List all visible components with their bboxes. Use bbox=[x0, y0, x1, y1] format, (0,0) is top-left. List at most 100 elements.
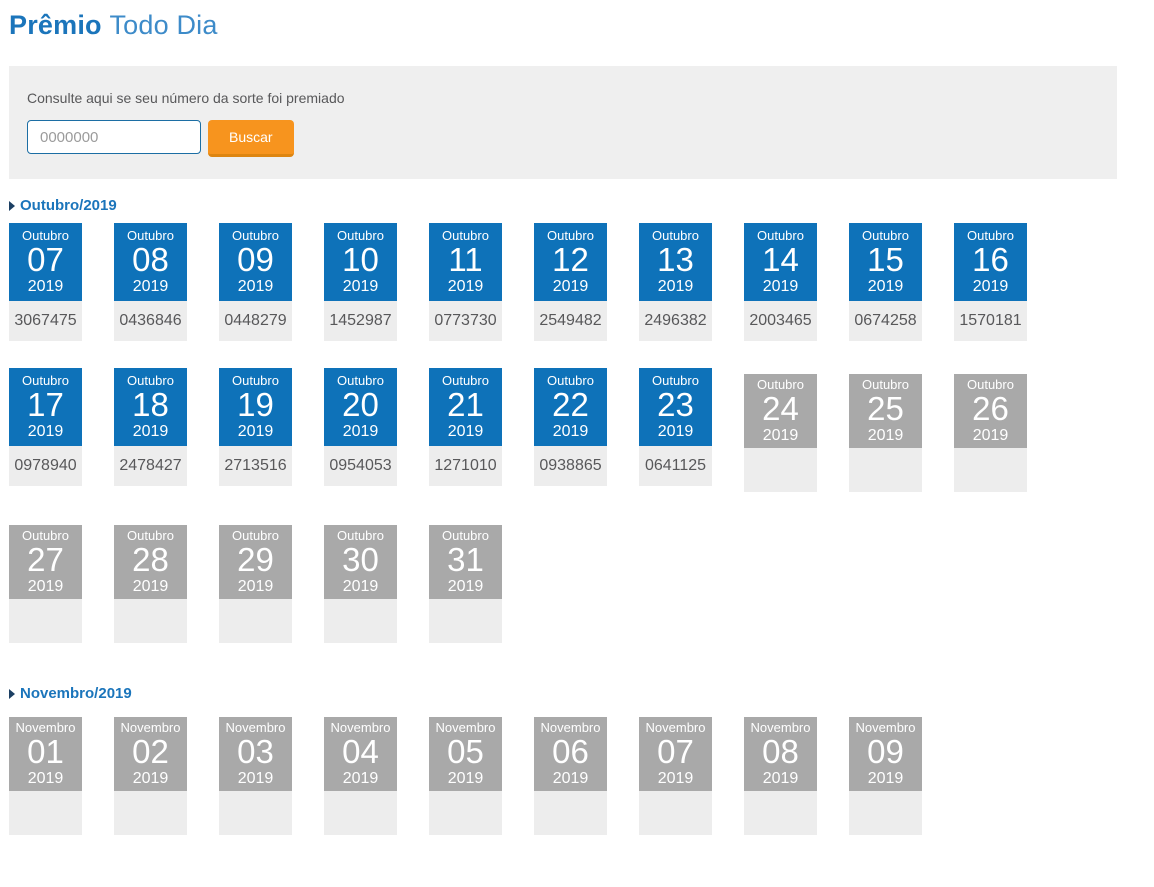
date-card: Outubro 31 2019 bbox=[429, 525, 502, 643]
date-card: Outubro 10 2019 1452987 bbox=[324, 223, 397, 341]
card-day-label: 11 bbox=[429, 243, 502, 277]
card-day-label: 10 bbox=[324, 243, 397, 277]
month-sections: Outubro/2019 Outubro 07 2019 3067475 Out… bbox=[9, 197, 1145, 835]
lucky-number-value bbox=[429, 599, 502, 643]
date-card: Novembro 04 2019 bbox=[324, 717, 397, 835]
card-day-label: 08 bbox=[744, 735, 817, 769]
lucky-number-value: 2496382 bbox=[639, 301, 712, 341]
date-card: Outubro 22 2019 0938865 bbox=[534, 368, 607, 486]
card-year-label: 2019 bbox=[324, 422, 397, 441]
card-day-label: 26 bbox=[954, 392, 1027, 426]
date-card-header: Outubro 22 2019 bbox=[534, 368, 607, 446]
lucky-number-value bbox=[639, 791, 712, 835]
card-year-label: 2019 bbox=[9, 769, 82, 788]
lucky-number-value bbox=[324, 599, 397, 643]
card-year-label: 2019 bbox=[954, 277, 1027, 296]
lucky-number-value: 2549482 bbox=[534, 301, 607, 341]
date-card: Outubro 12 2019 2549482 bbox=[534, 223, 607, 341]
lucky-number-value bbox=[744, 791, 817, 835]
card-year-label: 2019 bbox=[9, 577, 82, 596]
card-year-label: 2019 bbox=[114, 577, 187, 596]
lucky-number-value bbox=[534, 791, 607, 835]
date-card-header: Outubro 30 2019 bbox=[324, 525, 397, 599]
date-card-header: Outubro 16 2019 bbox=[954, 223, 1027, 301]
month-section: Novembro/2019 Novembro 01 2019 Novembro … bbox=[9, 685, 1145, 835]
date-card-header: Novembro 04 2019 bbox=[324, 717, 397, 791]
card-year-label: 2019 bbox=[219, 277, 292, 296]
lucky-number-value bbox=[954, 448, 1027, 492]
date-card: Outubro 14 2019 2003465 bbox=[744, 223, 817, 341]
card-year-label: 2019 bbox=[324, 277, 397, 296]
lucky-number-value: 0448279 bbox=[219, 301, 292, 341]
date-card: Outubro 18 2019 2478427 bbox=[114, 368, 187, 486]
month-section-title-label: Novembro/2019 bbox=[20, 685, 132, 702]
card-year-label: 2019 bbox=[849, 277, 922, 296]
date-card: Novembro 07 2019 bbox=[639, 717, 712, 835]
date-card: Outubro 13 2019 2496382 bbox=[639, 223, 712, 341]
date-card-header: Outubro 13 2019 bbox=[639, 223, 712, 301]
date-card: Novembro 05 2019 bbox=[429, 717, 502, 835]
page-title: Prêmio Todo Dia bbox=[9, 10, 1145, 41]
card-day-label: 20 bbox=[324, 388, 397, 422]
card-day-label: 23 bbox=[639, 388, 712, 422]
date-card: Outubro 21 2019 1271010 bbox=[429, 368, 502, 486]
date-card: Outubro 27 2019 bbox=[9, 525, 82, 643]
date-card: Novembro 01 2019 bbox=[9, 717, 82, 835]
card-day-label: 14 bbox=[744, 243, 817, 277]
card-year-label: 2019 bbox=[639, 422, 712, 441]
card-year-label: 2019 bbox=[534, 422, 607, 441]
lucky-number-value bbox=[219, 791, 292, 835]
date-card: Outubro 09 2019 0448279 bbox=[219, 223, 292, 341]
page-title-secondary: Todo Dia bbox=[109, 10, 217, 40]
card-year-label: 2019 bbox=[114, 769, 187, 788]
card-day-label: 31 bbox=[429, 543, 502, 577]
date-card-header: Novembro 03 2019 bbox=[219, 717, 292, 791]
date-card: Outubro 28 2019 bbox=[114, 525, 187, 643]
month-section-title[interactable]: Novembro/2019 bbox=[9, 685, 1145, 702]
lucky-number-value: 0641125 bbox=[639, 446, 712, 486]
date-card-header: Novembro 08 2019 bbox=[744, 717, 817, 791]
date-card-header: Novembro 02 2019 bbox=[114, 717, 187, 791]
card-day-label: 07 bbox=[639, 735, 712, 769]
date-card-header: Outubro 27 2019 bbox=[9, 525, 82, 599]
date-card-header: Outubro 31 2019 bbox=[429, 525, 502, 599]
card-day-label: 16 bbox=[954, 243, 1027, 277]
card-year-label: 2019 bbox=[429, 277, 502, 296]
card-year-label: 2019 bbox=[114, 277, 187, 296]
lucky-number-value: 1570181 bbox=[954, 301, 1027, 341]
date-card-header: Outubro 10 2019 bbox=[324, 223, 397, 301]
date-card-header: Outubro 18 2019 bbox=[114, 368, 187, 446]
lucky-number-value: 0978940 bbox=[9, 446, 82, 486]
card-day-label: 15 bbox=[849, 243, 922, 277]
lucky-number-value bbox=[849, 448, 922, 492]
date-card: Outubro 20 2019 0954053 bbox=[324, 368, 397, 486]
date-card: Novembro 02 2019 bbox=[114, 717, 187, 835]
card-year-label: 2019 bbox=[639, 769, 712, 788]
date-card: Novembro 06 2019 bbox=[534, 717, 607, 835]
date-card-header: Novembro 06 2019 bbox=[534, 717, 607, 791]
lucky-number-value: 3067475 bbox=[9, 301, 82, 341]
card-year-label: 2019 bbox=[744, 277, 817, 296]
lucky-number-value: 0436846 bbox=[114, 301, 187, 341]
date-card: Outubro 24 2019 bbox=[744, 374, 817, 492]
card-day-label: 08 bbox=[114, 243, 187, 277]
date-card-header: Outubro 21 2019 bbox=[429, 368, 502, 446]
card-year-label: 2019 bbox=[114, 422, 187, 441]
buscar-button[interactable]: Buscar bbox=[208, 120, 294, 157]
cards-grid: Novembro 01 2019 Novembro 02 2019 Novemb… bbox=[9, 711, 1069, 835]
lucky-number-value bbox=[219, 599, 292, 643]
date-card-header: Outubro 23 2019 bbox=[639, 368, 712, 446]
date-card-header: Outubro 15 2019 bbox=[849, 223, 922, 301]
date-card-header: Outubro 09 2019 bbox=[219, 223, 292, 301]
card-year-label: 2019 bbox=[219, 422, 292, 441]
card-year-label: 2019 bbox=[534, 277, 607, 296]
month-section-title[interactable]: Outubro/2019 bbox=[9, 197, 1145, 214]
card-day-label: 05 bbox=[429, 735, 502, 769]
card-day-label: 21 bbox=[429, 388, 502, 422]
card-day-label: 13 bbox=[639, 243, 712, 277]
card-year-label: 2019 bbox=[429, 769, 502, 788]
date-card-header: Outubro 12 2019 bbox=[534, 223, 607, 301]
card-year-label: 2019 bbox=[744, 426, 817, 445]
lucky-number-input[interactable] bbox=[27, 120, 201, 154]
date-card: Outubro 23 2019 0641125 bbox=[639, 368, 712, 486]
